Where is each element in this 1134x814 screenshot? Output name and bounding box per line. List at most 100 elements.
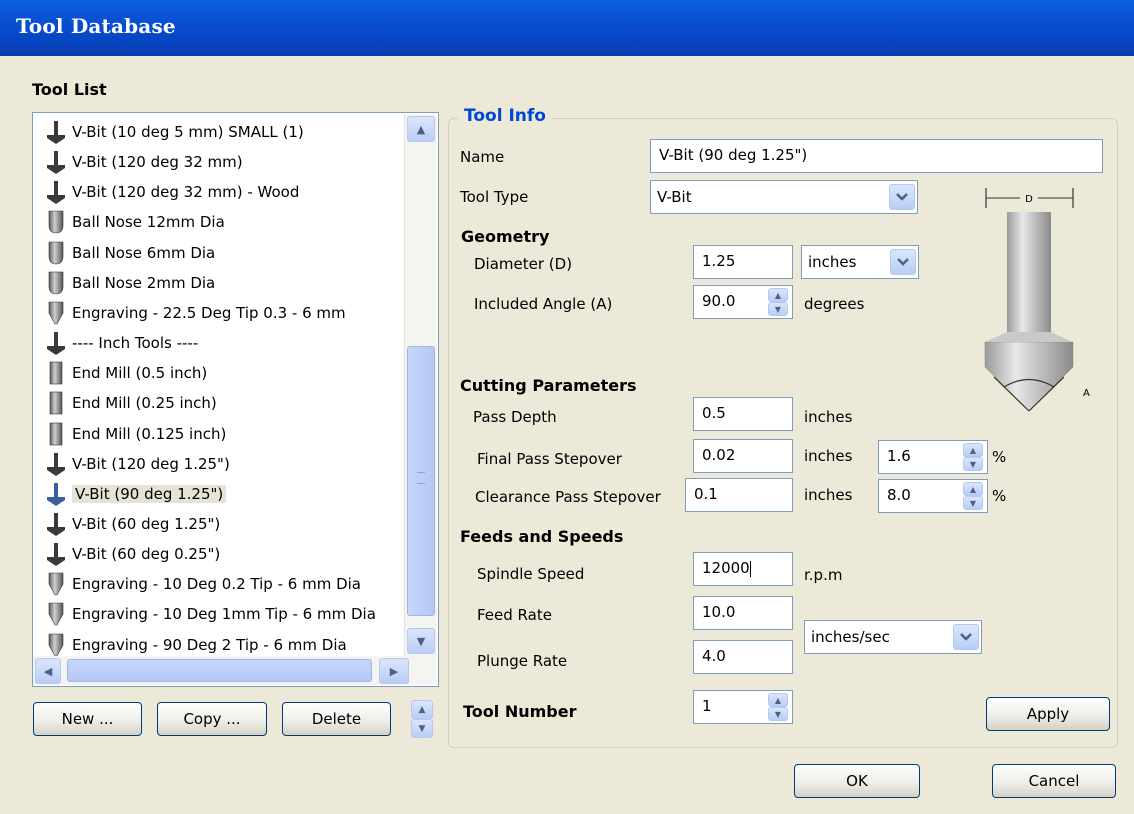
- included-angle-value: 90.0: [702, 292, 736, 310]
- clearance-percent-spinner[interactable]: ▲ ▼: [963, 482, 983, 510]
- feed-rate-field[interactable]: 10.0: [693, 596, 793, 630]
- spin-up-icon[interactable]: ▲: [768, 693, 788, 707]
- spin-up-icon[interactable]: ▲: [963, 482, 983, 496]
- window-title: Tool Database: [16, 14, 176, 38]
- horizontal-scroll-thumb[interactable]: [67, 659, 372, 682]
- name-field[interactable]: V-Bit (90 deg 1.25"): [650, 139, 1103, 173]
- tool-list-item[interactable]: V-Bit (120 deg 32 mm): [33, 147, 243, 177]
- tool-list-item-label: Engraving - 10 Deg 0.2 Tip - 6 mm Dia: [72, 575, 361, 594]
- final-percent-spinner[interactable]: ▲ ▼: [963, 443, 983, 471]
- tool-list-item-label: Engraving - 22.5 Deg Tip 0.3 - 6 mm: [72, 303, 346, 322]
- scroll-thumb[interactable]: [407, 346, 435, 616]
- spindle-speed-units: r.p.m: [804, 566, 843, 584]
- chevron-down-icon[interactable]: [889, 184, 915, 210]
- move-up-button[interactable]: ▲: [411, 700, 433, 719]
- scroll-down-button[interactable]: ▼: [407, 628, 435, 654]
- final-pass-stepover-label: Final Pass Stepover: [477, 450, 622, 468]
- spin-down-icon[interactable]: ▼: [963, 457, 983, 471]
- scroll-right-button[interactable]: ▶: [379, 658, 409, 684]
- cutting-parameters-heading: Cutting Parameters: [460, 376, 637, 395]
- angle-marker: A: [1083, 388, 1090, 399]
- final-pass-percent-field[interactable]: 1.6 ▲ ▼: [878, 440, 988, 474]
- tool-list-item[interactable]: V-Bit (10 deg 5 mm) SMALL (1): [33, 117, 304, 147]
- tool-list-item[interactable]: V-Bit (120 deg 32 mm) - Wood: [33, 177, 299, 207]
- tool-type-select[interactable]: V-Bit: [650, 180, 918, 214]
- tool-list-item-label: V-Bit (10 deg 5 mm) SMALL (1): [72, 123, 304, 141]
- angle-units-label: degrees: [804, 295, 865, 313]
- new-button[interactable]: New ...: [33, 702, 142, 736]
- vbit-icon: [43, 451, 69, 477]
- spin-up-icon[interactable]: ▲: [963, 443, 983, 457]
- feed-rate-label: Feed Rate: [477, 606, 552, 624]
- tool-list-item[interactable]: Ball Nose 2mm Dia: [33, 268, 215, 298]
- vbit-icon: [43, 511, 69, 537]
- diameter-field[interactable]: 1.25: [693, 245, 793, 279]
- copy-button[interactable]: Copy ...: [157, 702, 267, 736]
- tool-number-field[interactable]: 1 ▲ ▼: [693, 690, 793, 724]
- spindle-speed-field[interactable]: 12000: [693, 552, 793, 586]
- tool-list-item[interactable]: V-Bit (60 deg 1.25"): [33, 509, 220, 539]
- tool-list-item[interactable]: V-Bit (60 deg 0.25"): [33, 539, 220, 569]
- clearance-pass-units: inches: [804, 486, 853, 504]
- engraving-icon: [43, 632, 69, 658]
- rate-units-select[interactable]: inches/sec: [804, 620, 982, 654]
- vbit-icon: [43, 541, 69, 567]
- tool-list-item-label: V-Bit (120 deg 32 mm): [72, 153, 243, 172]
- spin-down-icon[interactable]: ▼: [768, 302, 788, 316]
- included-angle-field[interactable]: 90.0 ▲ ▼: [693, 285, 793, 319]
- tool-list-item[interactable]: End Mill (0.5 inch): [33, 358, 207, 388]
- diameter-units-select[interactable]: inches: [801, 245, 919, 279]
- vertical-scrollbar[interactable]: ▲ ▼: [404, 114, 437, 656]
- clearance-pass-percent-field[interactable]: 8.0 ▲ ▼: [878, 479, 988, 513]
- tool-list-item[interactable]: V-Bit (120 deg 1.25"): [33, 449, 230, 479]
- plunge-rate-label: Plunge Rate: [477, 652, 568, 670]
- vbit-diagram-icon: D A: [984, 188, 1090, 412]
- final-pass-stepover-field[interactable]: 0.02: [693, 439, 793, 473]
- scroll-up-button[interactable]: ▲: [407, 116, 435, 142]
- grip-icon: [417, 472, 425, 484]
- delete-button[interactable]: Delete: [282, 702, 391, 736]
- tool-list-item[interactable]: Engraving - 22.5 Deg Tip 0.3 - 6 mm: [33, 298, 346, 328]
- tool-number-value: 1: [702, 697, 712, 715]
- clearance-pass-percent-value: 8.0: [887, 486, 911, 504]
- name-label: Name: [460, 148, 505, 166]
- tool-list[interactable]: V-Bit (10 deg 5 mm) SMALL (1) V-Bit (120 …: [32, 112, 439, 687]
- chevron-down-icon[interactable]: [953, 624, 979, 650]
- chevron-down-icon[interactable]: [890, 249, 916, 275]
- plunge-rate-field[interactable]: 4.0: [693, 640, 793, 674]
- scroll-left-button[interactable]: ◀: [35, 658, 61, 684]
- tool-list-item[interactable]: End Mill (0.25 inch): [33, 388, 217, 418]
- final-percent-sign: %: [992, 448, 1007, 466]
- tool-list-item[interactable]: Engraving - 10 Deg 1mm Tip - 6 mm Dia: [33, 599, 376, 629]
- spin-down-icon[interactable]: ▼: [963, 496, 983, 510]
- tool-list-heading: Tool List: [32, 80, 107, 99]
- cancel-button[interactable]: Cancel: [992, 764, 1116, 798]
- tool-list-item[interactable]: Engraving - 10 Deg 0.2 Tip - 6 mm Dia: [33, 569, 361, 599]
- tool-list-item[interactable]: Ball Nose 12mm Dia: [33, 207, 225, 237]
- spin-down-icon[interactable]: ▼: [768, 707, 788, 721]
- spin-up-icon[interactable]: ▲: [768, 288, 788, 302]
- angle-spinner[interactable]: ▲ ▼: [768, 288, 788, 316]
- tool-list-item-label: End Mill (0.5 inch): [72, 364, 208, 383]
- horizontal-scrollbar[interactable]: ◀ ▶: [33, 656, 437, 685]
- tool-list-item-selected[interactable]: V-Bit (90 deg 1.25"): [33, 479, 227, 509]
- tool-list-item[interactable]: Ball Nose 6mm Dia: [33, 238, 215, 268]
- ok-button[interactable]: OK: [794, 764, 920, 798]
- move-down-button[interactable]: ▼: [411, 719, 433, 738]
- tool-number-spinner[interactable]: ▲ ▼: [768, 693, 788, 721]
- title-bar[interactable]: Tool Database: [0, 0, 1134, 56]
- tool-list-item[interactable]: End Mill (0.125 inch): [33, 419, 226, 449]
- vbit-icon: [43, 119, 69, 145]
- end-mill-icon: [43, 390, 69, 416]
- tool-type-label: Tool Type: [460, 188, 529, 206]
- tool-list-item[interactable]: ---- Inch Tools ----: [33, 328, 198, 358]
- pass-depth-field[interactable]: 0.5: [693, 397, 793, 431]
- diameter-marker: D: [1025, 194, 1033, 205]
- pass-depth-label: Pass Depth: [473, 408, 557, 426]
- geometry-heading: Geometry: [461, 227, 550, 246]
- clearance-pass-stepover-field[interactable]: 0.1: [685, 478, 793, 512]
- move-tool-spinner[interactable]: ▲ ▼: [411, 700, 433, 738]
- tool-list-item-label: Ball Nose 12mm Dia: [72, 213, 225, 232]
- apply-button[interactable]: Apply: [986, 697, 1110, 731]
- included-angle-label: Included Angle (A): [474, 295, 613, 313]
